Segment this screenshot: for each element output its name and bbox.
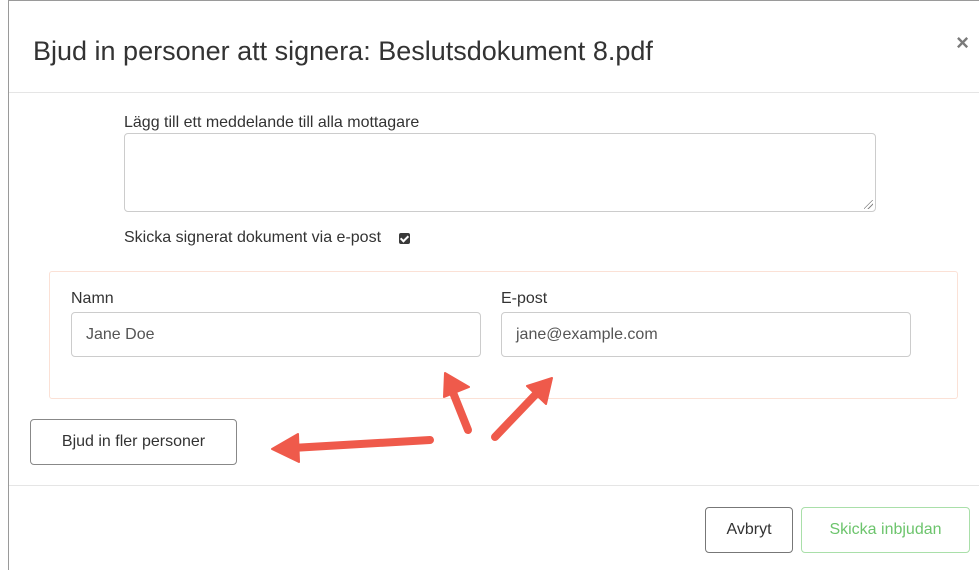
invite-signers-dialog: Bjud in personer att signera: Beslutsdok…: [8, 0, 979, 570]
cancel-button[interactable]: Avbryt: [705, 507, 793, 553]
send-by-email-label: Skicka signerat dokument via e-post: [124, 229, 382, 246]
name-input[interactable]: Jane Doe: [71, 312, 481, 357]
message-textarea[interactable]: [124, 133, 876, 212]
send-invitation-button[interactable]: Skicka inbjudan: [801, 507, 970, 553]
invite-more-button[interactable]: Bjud in fler personer: [30, 419, 237, 465]
person-entry: Namn Jane Doe E-post jane@example.com: [49, 271, 958, 399]
resize-grip-icon[interactable]: [864, 200, 873, 209]
close-icon[interactable]: ×: [956, 31, 969, 55]
name-label: Namn: [71, 290, 114, 307]
email-label: E-post: [501, 290, 548, 307]
footer-divider: [9, 485, 979, 486]
message-label: Lägg till ett meddelande till alla motta…: [124, 114, 420, 131]
email-input[interactable]: jane@example.com: [501, 312, 911, 357]
dialog-title: Bjud in personer att signera: Beslutsdok…: [33, 36, 653, 66]
send-by-email-checkbox[interactable]: [399, 232, 411, 244]
dialog-header: Bjud in personer att signera: Beslutsdok…: [9, 1, 979, 93]
send-by-email-option: Skicka signerat dokument via e-post: [124, 229, 411, 247]
